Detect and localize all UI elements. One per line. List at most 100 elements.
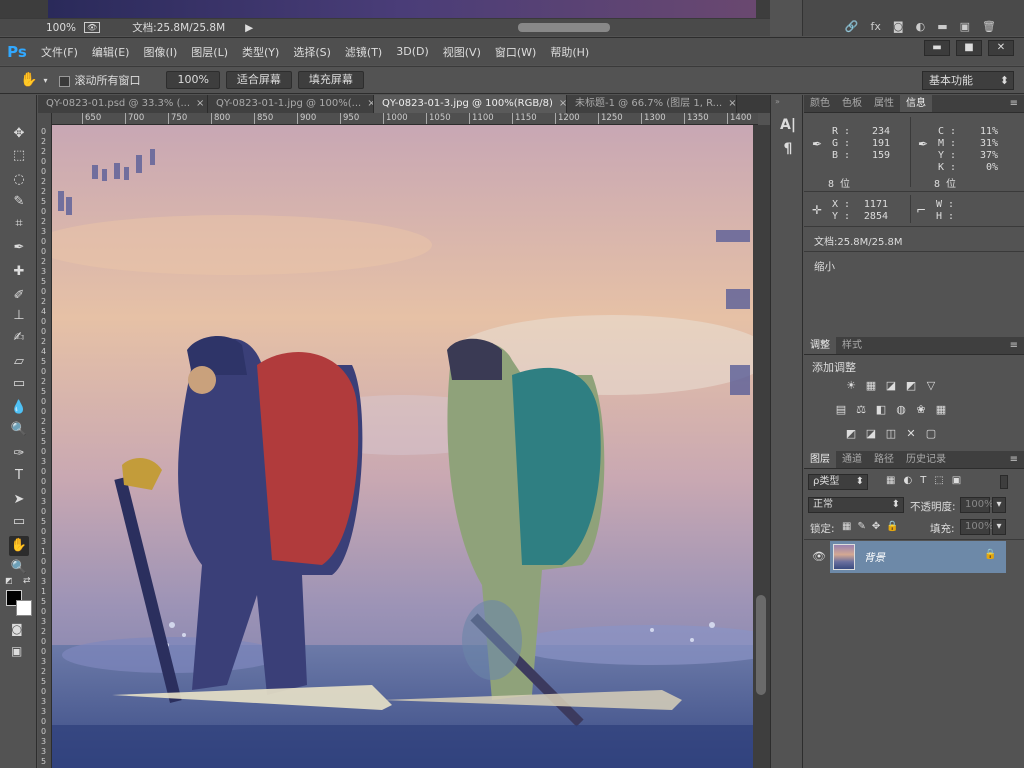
color-lookup-icon[interactable]: ▦	[934, 403, 948, 417]
hand-icon[interactable]: ✋	[9, 536, 29, 556]
quick-mask-icon[interactable]: ◙	[11, 622, 23, 636]
posterize-icon[interactable]: ◪	[864, 427, 878, 441]
opacity-dropdown[interactable]: ▾	[992, 497, 1006, 513]
menu-view[interactable]: 视图(V)	[436, 44, 488, 60]
menu-filter[interactable]: 滤镜(T)	[338, 44, 389, 60]
layer-name[interactable]: 背景	[864, 550, 885, 565]
character-panel-icon[interactable]: A|	[779, 117, 797, 135]
eraser-icon[interactable]: ▱	[9, 352, 29, 372]
adjust-filter-icon[interactable]: ◐	[903, 475, 912, 486]
history-brush-icon[interactable]: ✍	[9, 328, 29, 348]
layer-filter-select[interactable]: ρ类型 ⬍	[808, 474, 868, 490]
lasso-icon[interactable]: ◌	[9, 170, 29, 190]
path-select-icon[interactable]: ➤	[9, 490, 29, 510]
channel-mixer-icon[interactable]: ❀	[914, 403, 928, 417]
workspace-select[interactable]: 基本功能 ⬍	[922, 71, 1014, 90]
panel-menu-icon[interactable]: ≡	[1010, 337, 1018, 355]
tab-history[interactable]: 历史记录	[900, 451, 952, 468]
lock-all-icon[interactable]: 🔒	[886, 521, 898, 532]
dodge-icon[interactable]: 🔍	[9, 420, 29, 440]
zoom-icon[interactable]: 🔍	[9, 558, 29, 578]
tab-paths[interactable]: 路径	[868, 451, 900, 468]
fx-icon[interactable]: fx	[871, 20, 881, 33]
maximize-button[interactable]: ■	[956, 40, 982, 56]
brightness-icon[interactable]: ☀	[844, 379, 858, 393]
fill-dropdown[interactable]: ▾	[992, 519, 1006, 535]
panel-menu-icon[interactable]: ≡	[1010, 451, 1018, 469]
scrollbar-thumb[interactable]	[756, 595, 766, 695]
stamp-icon[interactable]: ⊥	[9, 306, 29, 326]
menu-image[interactable]: 图像(I)	[136, 44, 184, 60]
menu-edit[interactable]: 编辑(E)	[85, 44, 137, 60]
blur-icon[interactable]: 💧	[9, 398, 29, 418]
vibrance-icon[interactable]: ▽	[924, 379, 938, 393]
quick-select-icon[interactable]: ✎	[9, 192, 29, 212]
menu-layer[interactable]: 图层(L)	[184, 44, 235, 60]
smart-filter-icon[interactable]: ▣	[952, 475, 961, 486]
gradient-map-icon[interactable]: ▢	[924, 427, 938, 441]
spot-heal-icon[interactable]: ✚	[9, 262, 29, 282]
marquee-icon[interactable]: ⬚	[9, 146, 29, 166]
brush-icon[interactable]: ✐	[9, 286, 29, 306]
adjust-icon[interactable]: ◐	[916, 20, 926, 33]
close-tab-icon[interactable]: ×	[559, 98, 566, 109]
fit-screen-button[interactable]: 适合屏幕	[225, 71, 292, 89]
swap-colors-icon[interactable]: ⇄	[23, 576, 31, 586]
tab-info[interactable]: 信息	[900, 95, 932, 112]
screen-mode-icon[interactable]: ▣	[11, 644, 22, 658]
canvas-vertical-scrollbar[interactable]	[753, 125, 770, 768]
tab-swatches[interactable]: 色板	[836, 95, 868, 112]
link-icon[interactable]: 🔗	[845, 20, 859, 33]
blend-mode-select[interactable]: 正常 ⬍	[808, 497, 904, 513]
close-tab-icon[interactable]: ×	[728, 98, 736, 109]
pixel-filter-icon[interactable]: ▦	[886, 475, 895, 486]
exposure-icon[interactable]: ◩	[904, 379, 918, 393]
gradient-icon[interactable]: ▭	[9, 374, 29, 394]
status-arrow-icon[interactable]: ▶	[245, 22, 253, 34]
tab-doc-4[interactable]: 未标题-1 @ 66.7% (图层 1, R... ×	[567, 95, 737, 113]
tab-adjustments[interactable]: 调整	[804, 337, 836, 354]
panel-menu-icon[interactable]: ≡	[1010, 95, 1018, 113]
prev-horizontal-scrollbar[interactable]	[518, 23, 610, 32]
menu-type[interactable]: 类型(Y)	[235, 44, 286, 60]
menu-3d[interactable]: 3D(D)	[389, 45, 436, 58]
fill-input[interactable]: 100%	[960, 519, 994, 535]
paragraph-panel-icon[interactable]: ¶	[779, 141, 797, 159]
black-white-icon[interactable]: ◧	[874, 403, 888, 417]
scroll-all-windows-checkbox[interactable]: 滚动所有窗口	[59, 72, 140, 88]
background-color-swatch[interactable]	[16, 600, 32, 616]
tab-properties[interactable]: 属性	[868, 95, 900, 112]
trash-icon[interactable]: 🗑	[982, 20, 996, 33]
new-layer-icon[interactable]: ▣	[960, 20, 970, 33]
tab-doc-2[interactable]: QY-0823-01-1.jpg @ 100%(... ×	[208, 95, 374, 113]
opacity-input[interactable]: 100%	[960, 497, 994, 513]
move-icon[interactable]: ✥	[9, 124, 29, 144]
tab-doc-1[interactable]: QY-0823-01.psd @ 33.3% (... ×	[38, 95, 208, 113]
invert-icon[interactable]: ◩	[844, 427, 858, 441]
pen-icon[interactable]: ✑	[9, 444, 29, 464]
type-icon[interactable]: T	[9, 466, 29, 486]
crop-icon[interactable]: ⌗	[9, 214, 29, 234]
menu-help[interactable]: 帮助(H)	[543, 44, 596, 60]
mask-icon[interactable]: ◙	[893, 20, 904, 33]
lock-pixels-icon[interactable]: ✎	[857, 521, 865, 532]
folder-icon[interactable]: ▬	[937, 20, 947, 33]
chevron-down-icon[interactable]: ▾	[43, 76, 47, 85]
checkbox-box[interactable]	[59, 75, 71, 87]
curves-icon[interactable]: ◪	[884, 379, 898, 393]
lock-transparent-icon[interactable]: ▦	[842, 521, 851, 532]
hand-tool-preset-icon[interactable]: ✋	[20, 72, 37, 88]
visibility-eye-icon[interactable]: 👁	[812, 550, 826, 563]
tab-layers[interactable]: 图层	[804, 451, 836, 468]
color-balance-icon[interactable]: ⚖	[854, 403, 868, 417]
levels-icon[interactable]: ▦	[864, 379, 878, 393]
vertical-ruler[interactable]: 0220022502300235024002450250025503000305…	[38, 113, 52, 768]
lock-position-icon[interactable]: ✥	[872, 521, 880, 532]
hue-saturation-icon[interactable]: ▤	[834, 403, 848, 417]
eyedropper-icon[interactable]: ✒	[9, 238, 29, 258]
close-tab-icon[interactable]: ×	[367, 98, 373, 109]
selective-color-icon[interactable]: ✕	[904, 427, 918, 441]
tab-channels[interactable]: 通道	[836, 451, 868, 468]
fill-screen-button[interactable]: 填充屏幕	[297, 71, 364, 89]
menu-file[interactable]: 文件(F)	[34, 44, 85, 60]
